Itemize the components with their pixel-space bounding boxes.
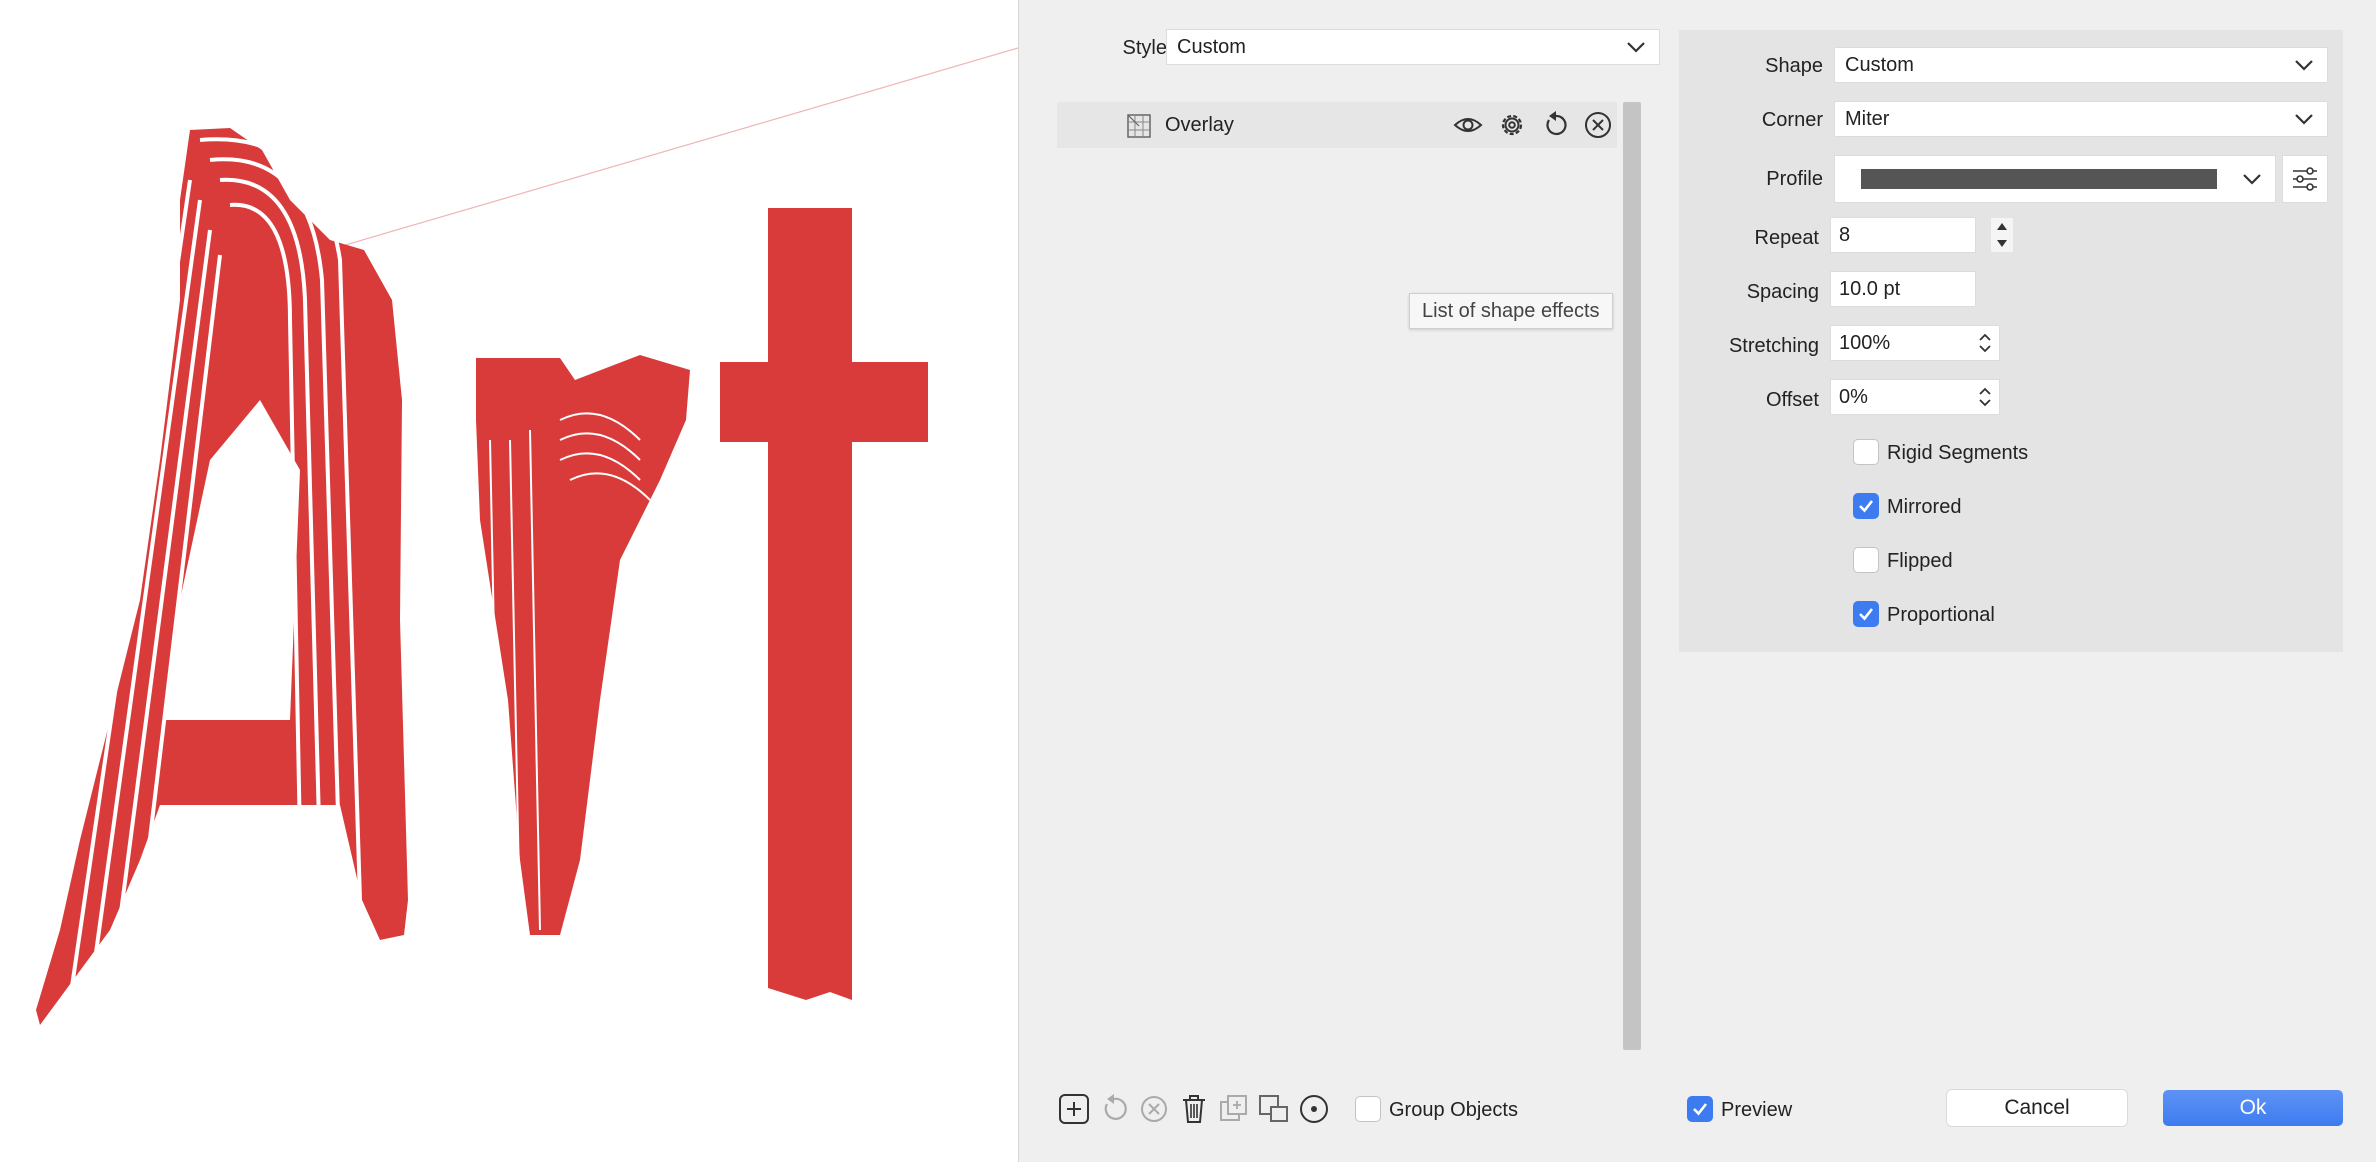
trash-icon[interactable] xyxy=(1177,1092,1211,1126)
mirrored-checkbox[interactable] xyxy=(1853,493,1879,519)
letter-a-shape xyxy=(36,128,408,1025)
stretching-label: Stretching xyxy=(1728,335,1819,357)
chevron-down-icon xyxy=(1627,42,1645,53)
proportional-label: Proportional xyxy=(1887,604,1995,626)
corner-value: Miter xyxy=(1845,107,1890,130)
ok-button[interactable]: Ok xyxy=(2163,1090,2343,1126)
letter-t-shape xyxy=(720,208,928,1000)
cancel-button[interactable]: Cancel xyxy=(1947,1090,2127,1126)
repeat-label: Repeat xyxy=(1754,227,1820,249)
apply-to-shape-icon[interactable] xyxy=(1257,1092,1291,1126)
corner-label: Corner xyxy=(1761,109,1823,131)
reset-icon[interactable] xyxy=(1541,110,1571,140)
styles-dropdown[interactable]: Custom xyxy=(1167,30,1659,64)
offset-stepper-icon[interactable] xyxy=(1977,386,1993,408)
effects-toolbar xyxy=(1057,1092,1357,1126)
corner-dropdown[interactable]: Miter xyxy=(1835,102,2327,136)
flipped-checkbox[interactable] xyxy=(1853,547,1879,573)
stretching-stepper-icon[interactable] xyxy=(1977,332,1993,354)
styles-label: Styles xyxy=(1122,37,1177,59)
profile-dropdown[interactable] xyxy=(1835,156,2275,202)
shape-label: Shape xyxy=(1765,55,1823,77)
clear-effect-icon[interactable] xyxy=(1137,1092,1171,1126)
chevron-down-icon xyxy=(2243,174,2261,185)
styles-value: Custom xyxy=(1177,35,1246,58)
offset-input[interactable]: 0% xyxy=(1831,380,1999,414)
shape-dropdown[interactable]: Custom xyxy=(1835,48,2327,82)
mirrored-label: Mirrored xyxy=(1887,496,1962,518)
stretching-value: 100% xyxy=(1839,331,1891,354)
shape-effects-dialog: Styles Custom Overlay List of shape effe… xyxy=(1018,0,2376,1162)
sliders-icon xyxy=(2293,167,2317,191)
proportional-checkbox[interactable] xyxy=(1853,601,1879,627)
rigid-segments-checkbox[interactable] xyxy=(1853,439,1879,465)
effects-list[interactable]: Overlay xyxy=(1057,102,1617,1050)
chevron-down-icon xyxy=(2295,114,2313,125)
target-icon[interactable] xyxy=(1297,1092,1331,1126)
letter-r-shape xyxy=(476,355,690,935)
spacing-input[interactable]: 10.0 pt xyxy=(1831,272,1975,306)
offset-label: Offset xyxy=(1766,389,1819,411)
shape-value: Custom xyxy=(1845,53,1914,76)
effect-item-overlay[interactable]: Overlay xyxy=(1057,102,1617,148)
group-objects-checkbox[interactable] xyxy=(1355,1096,1381,1122)
checkmark-icon xyxy=(1693,1103,1708,1116)
spacing-label: Spacing xyxy=(1746,281,1819,303)
effects-list-scrollbar[interactable] xyxy=(1623,102,1641,1050)
properties-panel: Shape Custom Corner Miter Profile Repeat… xyxy=(1679,30,2343,652)
repeat-input[interactable]: 8 xyxy=(1831,218,1975,252)
duplicate-effect-icon[interactable] xyxy=(1217,1092,1251,1126)
add-effect-icon[interactable] xyxy=(1057,1092,1091,1126)
remove-effect-icon[interactable] xyxy=(1583,110,1613,140)
repeat-stepper[interactable] xyxy=(1991,218,2013,252)
profile-settings-button[interactable] xyxy=(2283,156,2327,202)
stretching-input[interactable]: 100% xyxy=(1831,326,1999,360)
eye-icon[interactable] xyxy=(1453,111,1483,139)
flipped-label: Flipped xyxy=(1887,550,1953,572)
tooltip: List of shape effects xyxy=(1409,293,1613,329)
checkmark-icon xyxy=(1859,608,1874,621)
preview-label: Preview xyxy=(1721,1099,1793,1121)
checkmark-icon xyxy=(1859,500,1874,513)
reset-effect-icon[interactable] xyxy=(1097,1092,1131,1126)
group-objects-label: Group Objects xyxy=(1389,1099,1518,1121)
offset-value: 0% xyxy=(1839,385,1868,408)
chevron-down-icon xyxy=(2295,60,2313,71)
canvas-area[interactable] xyxy=(0,0,1018,1162)
rigid-segments-label: Rigid Segments xyxy=(1887,442,2029,464)
artwork-preview xyxy=(36,47,1018,1025)
effect-item-label: Overlay xyxy=(1165,114,1234,136)
overlay-effect-icon xyxy=(1127,114,1151,138)
profile-preview-bar xyxy=(1861,169,2217,189)
preview-checkbox[interactable] xyxy=(1687,1096,1713,1122)
gear-icon[interactable] xyxy=(1497,110,1527,140)
profile-label: Profile xyxy=(1766,168,1823,190)
